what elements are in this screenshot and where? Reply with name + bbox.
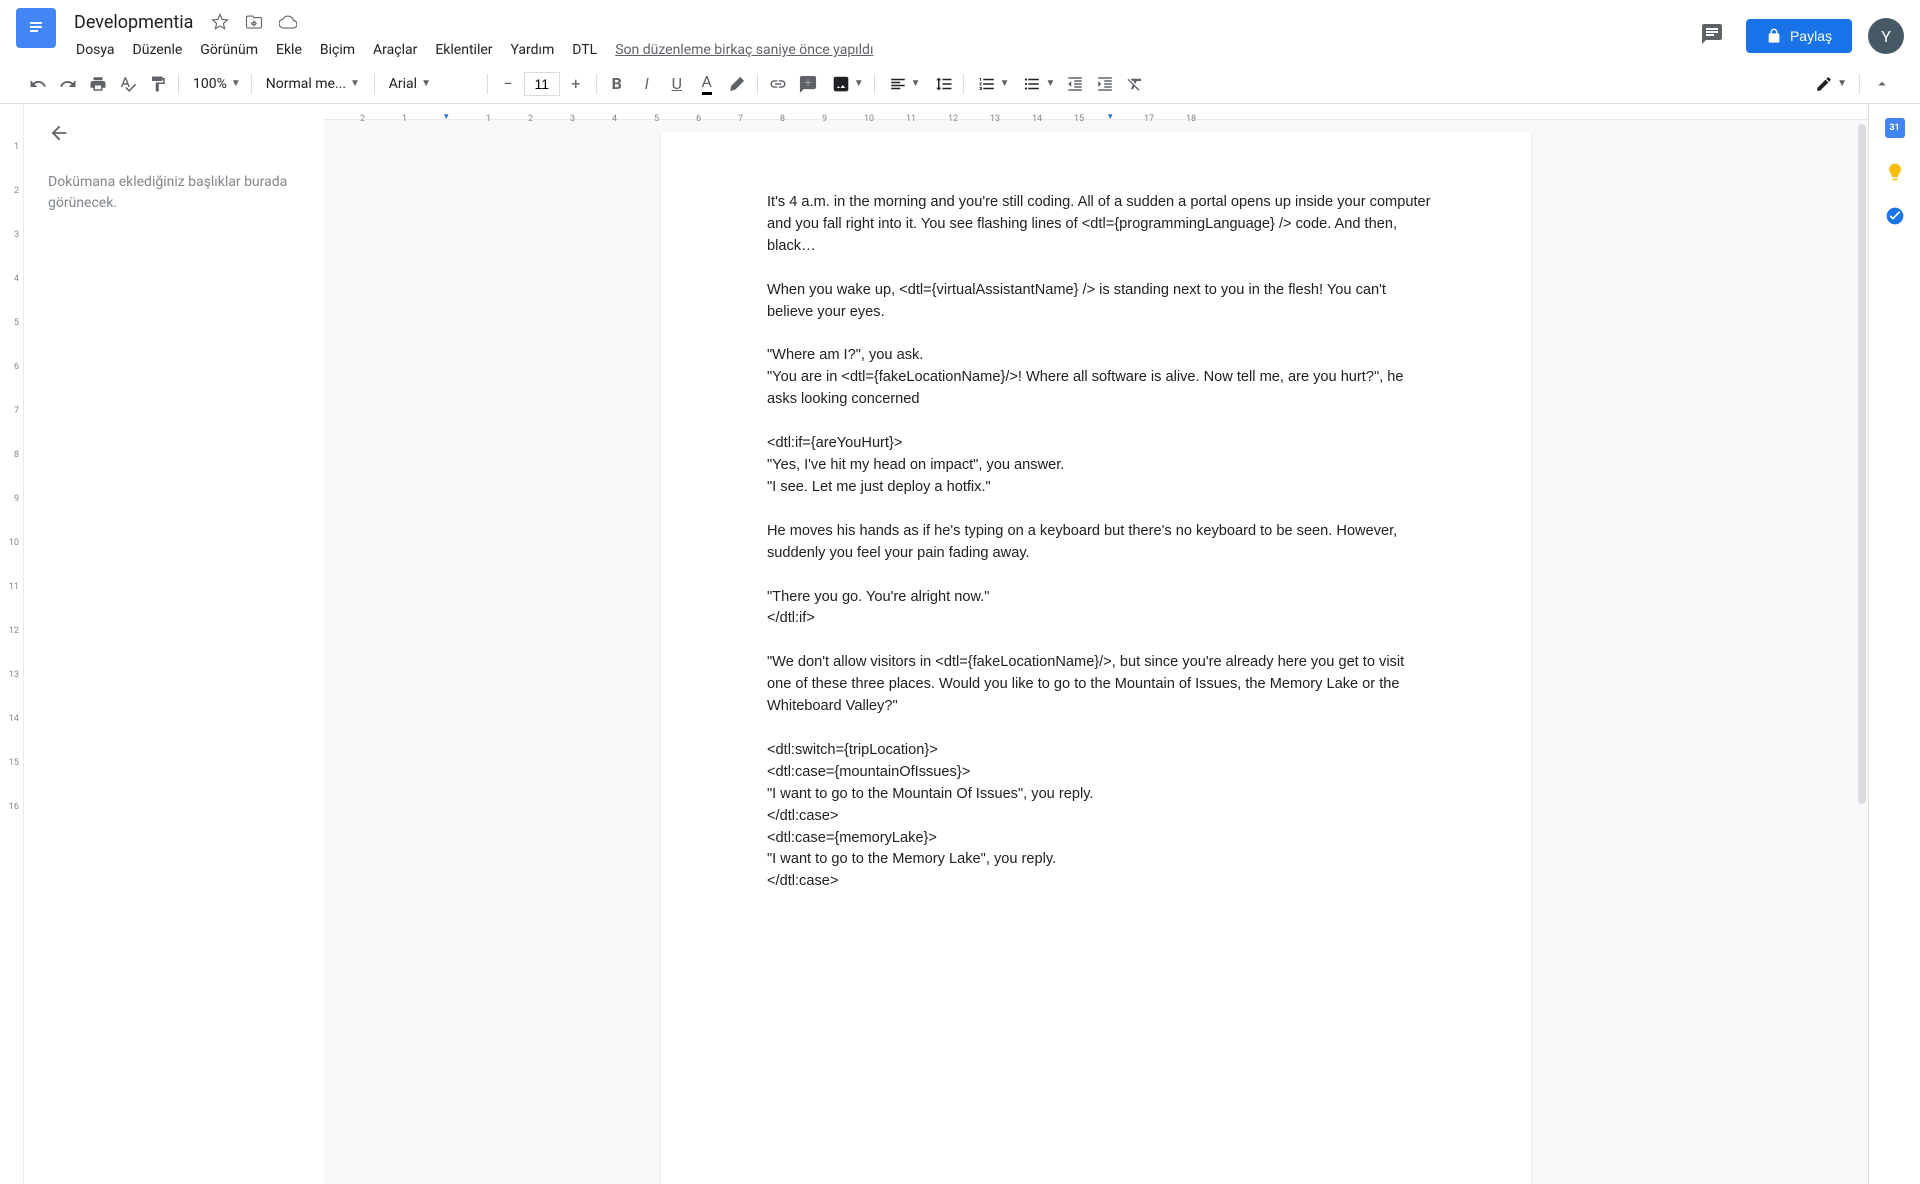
bulleted-list-icon[interactable]: ▼ <box>1015 70 1059 98</box>
chevron-down-icon: ▼ <box>350 78 360 89</box>
toolbar-separator <box>963 74 964 94</box>
decrease-indent-icon[interactable] <box>1061 70 1089 98</box>
indent-marker-end-icon[interactable]: ▾ <box>1108 112 1113 122</box>
toolbar: 100%▼ Normal me...▼ Arial▼ − + B I U A ▼… <box>0 64 1920 104</box>
paragraph[interactable]: He moves his hands as if he's typing on … <box>767 521 1431 565</box>
outline-empty-text: Dokümana eklediğiniz başlıklar burada gö… <box>48 172 300 214</box>
highlight-icon[interactable] <box>723 70 751 98</box>
insert-image-icon[interactable]: ▼ <box>824 70 868 98</box>
main-area: 1 2 3 4 5 6 7 8 9 10 11 12 13 14 15 16 D… <box>0 104 1920 1184</box>
print-icon[interactable] <box>84 70 112 98</box>
menu-addons[interactable]: Eklentiler <box>427 38 500 62</box>
insert-link-icon[interactable] <box>764 70 792 98</box>
chevron-down-icon: ▼ <box>231 78 241 89</box>
share-button[interactable]: Paylaş <box>1746 19 1852 53</box>
font-select[interactable]: Arial▼ <box>381 70 481 98</box>
menu-help[interactable]: Yardım <box>503 38 563 62</box>
paragraph[interactable]: <dtl:if={areYouHurt}> "Yes, I've hit my … <box>767 433 1431 499</box>
chevron-down-icon: ▼ <box>1837 78 1847 89</box>
undo-icon[interactable] <box>24 70 52 98</box>
menu-format[interactable]: Biçim <box>312 38 363 62</box>
vertical-ruler: 1 2 3 4 5 6 7 8 9 10 11 12 13 14 15 16 <box>0 104 24 1184</box>
decrease-font-icon[interactable]: − <box>494 70 522 98</box>
font-size-control: − + <box>494 70 590 98</box>
increase-font-icon[interactable]: + <box>562 70 590 98</box>
font-size-input[interactable] <box>524 72 560 96</box>
editing-mode-icon[interactable]: ▼ <box>1807 70 1851 98</box>
paragraph[interactable]: When you wake up, <dtl={virtualAssistant… <box>767 280 1431 324</box>
add-comment-icon[interactable] <box>794 70 822 98</box>
menu-file[interactable]: Dosya <box>68 38 123 62</box>
align-icon[interactable]: ▼ <box>881 70 925 98</box>
paragraph[interactable]: "Where am I?", you ask. "You are in <dtl… <box>767 345 1431 411</box>
toolbar-separator <box>374 74 375 94</box>
increase-indent-icon[interactable] <box>1091 70 1119 98</box>
chevron-down-icon: ▼ <box>854 78 864 89</box>
menu-dtl[interactable]: DTL <box>564 38 605 62</box>
collapse-toolbar-icon[interactable] <box>1868 70 1896 98</box>
chevron-down-icon: ▼ <box>1045 78 1055 89</box>
paragraph[interactable]: It's 4 a.m. in the morning and you're st… <box>767 192 1431 258</box>
header-right: Paylaş Y <box>1694 16 1904 56</box>
toolbar-separator <box>874 74 875 94</box>
star-icon[interactable] <box>207 9 233 35</box>
line-spacing-icon[interactable] <box>927 70 957 98</box>
paint-format-icon[interactable] <box>144 70 172 98</box>
vertical-scrollbar[interactable] <box>1858 124 1866 804</box>
outline-back-icon[interactable] <box>48 122 70 148</box>
keep-icon[interactable] <box>1883 160 1907 184</box>
menu-bar: Dosya Düzenle Görünüm Ekle Biçim Araçlar… <box>68 38 1694 62</box>
horizontal-ruler: 2 1 ▾ 1 2 3 4 5 6 7 8 9 10 11 12 13 14 1… <box>324 104 1868 120</box>
chevron-down-icon: ▼ <box>421 78 431 89</box>
tasks-icon[interactable] <box>1883 204 1907 228</box>
outline-panel: Dokümana eklediğiniz başlıklar burada gö… <box>24 104 324 1184</box>
spellcheck-icon[interactable] <box>114 70 142 98</box>
menu-insert[interactable]: Ekle <box>268 38 310 62</box>
underline-icon[interactable]: U <box>663 70 691 98</box>
numbered-list-icon[interactable]: ▼ <box>970 70 1014 98</box>
paragraph-style-select[interactable]: Normal me...▼ <box>258 70 368 98</box>
bold-icon[interactable]: B <box>603 70 631 98</box>
clear-formatting-icon[interactable] <box>1121 70 1149 98</box>
document-title[interactable]: Developmentia <box>68 10 199 35</box>
last-edit-info[interactable]: Son düzenleme birkaç saniye önce yapıldı <box>607 38 881 62</box>
title-area: Developmentia Dosya Düzenle Görünüm Ekle… <box>68 8 1694 62</box>
app-header: Developmentia Dosya Düzenle Görünüm Ekle… <box>0 0 1920 64</box>
chevron-down-icon: ▼ <box>911 78 921 89</box>
menu-view[interactable]: Görünüm <box>192 38 266 62</box>
move-icon[interactable] <box>241 9 267 35</box>
menu-edit[interactable]: Düzenle <box>125 38 191 62</box>
docs-home-icon[interactable] <box>16 8 56 48</box>
toolbar-separator <box>757 74 758 94</box>
document-scroll-area[interactable]: 2 1 ▾ 1 2 3 4 5 6 7 8 9 10 11 12 13 14 1… <box>324 104 1868 1184</box>
toolbar-separator <box>1859 74 1860 94</box>
toolbar-separator <box>251 74 252 94</box>
menu-tools[interactable]: Araçlar <box>365 38 425 62</box>
paragraph[interactable]: "We don't allow visitors in <dtl={fakeLo… <box>767 652 1431 718</box>
paragraph[interactable]: "There you go. You're alright now." </dt… <box>767 587 1431 631</box>
title-row: Developmentia <box>68 8 1694 36</box>
text-color-icon[interactable]: A <box>693 70 721 98</box>
paragraph[interactable]: <dtl:switch={tripLocation}> <dtl:case={m… <box>767 740 1431 893</box>
comments-icon[interactable] <box>1694 16 1730 56</box>
calendar-icon[interactable]: 31 <box>1883 116 1907 140</box>
toolbar-separator <box>487 74 488 94</box>
toolbar-separator <box>596 74 597 94</box>
italic-icon[interactable]: I <box>633 70 661 98</box>
document-page[interactable]: It's 4 a.m. in the morning and you're st… <box>661 132 1531 1184</box>
side-panel: 31 <box>1868 104 1920 1184</box>
toolbar-separator <box>178 74 179 94</box>
account-avatar[interactable]: Y <box>1868 18 1904 54</box>
zoom-select[interactable]: 100%▼ <box>185 70 245 98</box>
share-button-label: Paylaş <box>1790 28 1832 44</box>
chevron-down-icon: ▼ <box>1000 78 1010 89</box>
indent-marker-start-icon[interactable]: ▾ <box>444 112 449 122</box>
cloud-status-icon[interactable] <box>275 9 301 35</box>
redo-icon[interactable] <box>54 70 82 98</box>
